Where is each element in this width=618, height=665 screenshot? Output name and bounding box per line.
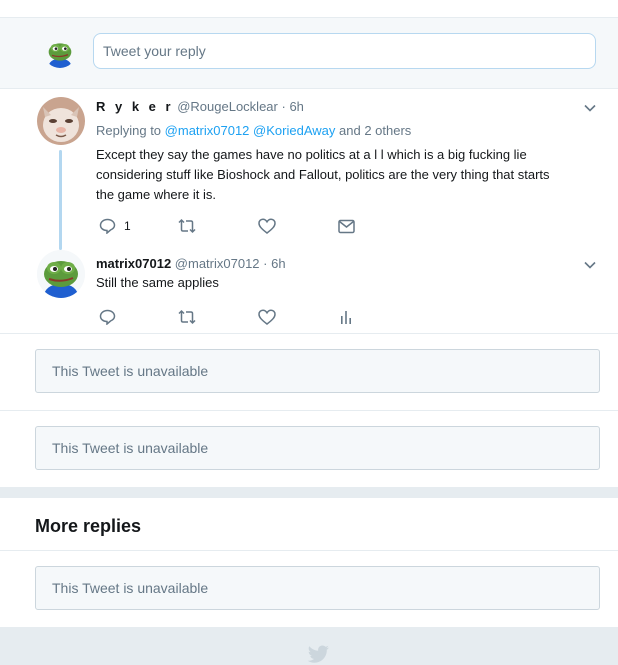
top-strip xyxy=(0,0,618,18)
tweet-header: matrix07012 @matrix07012 · 6h xyxy=(96,256,286,271)
reply-input[interactable] xyxy=(93,33,596,69)
more-replies-section: More replies This Tweet is unavailable xyxy=(0,498,618,627)
retweet-button[interactable] xyxy=(178,216,196,236)
unavailable-tweet-container: This Tweet is unavailable xyxy=(0,411,618,488)
avatar[interactable] xyxy=(37,250,85,298)
display-name[interactable]: matrix07012 xyxy=(96,256,171,271)
replying-to: Replying to @matrix07012 @KoriedAway and… xyxy=(96,123,411,138)
tweet-timestamp[interactable]: · 6h xyxy=(263,256,285,271)
unavailable-tweet-notice: This Tweet is unavailable xyxy=(35,566,600,610)
analytics-icon xyxy=(341,311,351,324)
tweet[interactable]: R y k e r @RougeLocklear · 6h Replying t… xyxy=(0,89,618,250)
conversation-thread: R y k e r @RougeLocklear · 6h Replying t… xyxy=(0,89,618,334)
frog-avatar-icon xyxy=(37,250,85,298)
unavailable-tweet-notice: This Tweet is unavailable xyxy=(35,426,600,470)
tweet-text-line: the game where it is. xyxy=(96,187,216,202)
reply-button[interactable]: 1 xyxy=(99,216,131,236)
tweet-text-line: Except they say the games have no politi… xyxy=(96,147,527,162)
reply-composer xyxy=(0,18,618,89)
mention-link[interactable]: @matrix07012 xyxy=(165,123,250,138)
mention-link[interactable]: @KoriedAway xyxy=(253,123,335,138)
tweet-text: Still the same applies xyxy=(96,273,596,293)
thread-connector-line xyxy=(59,150,62,250)
frog-avatar-icon xyxy=(44,36,76,68)
replying-others[interactable]: and 2 others xyxy=(339,123,411,138)
cat-avatar-icon xyxy=(37,97,85,145)
like-button[interactable] xyxy=(258,216,276,236)
user-handle[interactable]: @RougeLocklear xyxy=(177,99,278,114)
tweet-actions xyxy=(96,307,396,327)
tweet-text-line: considering stuff like Bioshock and Fall… xyxy=(96,167,550,182)
display-name[interactable]: R y k e r xyxy=(96,99,174,114)
direct-message-button[interactable] xyxy=(338,216,355,236)
analytics-button[interactable] xyxy=(340,307,352,327)
reply-icon xyxy=(99,218,116,234)
reply-count: 1 xyxy=(124,219,131,233)
like-icon xyxy=(258,309,276,325)
user-avatar[interactable] xyxy=(44,36,76,68)
reply-button[interactable] xyxy=(99,307,116,327)
tweet-text: Except they say the games have no politi… xyxy=(96,145,596,205)
like-button[interactable] xyxy=(258,307,276,327)
like-icon xyxy=(258,218,276,234)
tweet-timestamp[interactable]: · 6h xyxy=(282,99,304,114)
chevron-down-icon[interactable] xyxy=(584,102,596,114)
avatar[interactable] xyxy=(37,97,85,145)
chevron-down-icon[interactable] xyxy=(584,259,596,271)
user-handle[interactable]: @matrix07012 xyxy=(175,256,260,271)
more-replies-heading: More replies xyxy=(35,516,142,536)
tweet-header: R y k e r @RougeLocklear · 6h xyxy=(96,99,304,114)
twitter-bird-icon xyxy=(307,645,329,663)
tweet-text-line: Still the same applies xyxy=(96,275,219,290)
tweet[interactable]: matrix07012 @matrix07012 · 6h Still the … xyxy=(0,244,618,333)
retweet-icon xyxy=(178,309,196,325)
unavailable-tweet-notice: This Tweet is unavailable xyxy=(35,349,600,393)
reply-icon xyxy=(99,309,116,325)
direct-message-icon xyxy=(338,219,355,233)
retweet-icon xyxy=(178,218,196,234)
tweet-actions: 1 xyxy=(96,216,396,236)
replying-prefix: Replying to xyxy=(96,123,162,138)
divider xyxy=(0,550,618,551)
unavailable-tweet-container: This Tweet is unavailable xyxy=(0,334,618,411)
retweet-button[interactable] xyxy=(178,307,196,327)
